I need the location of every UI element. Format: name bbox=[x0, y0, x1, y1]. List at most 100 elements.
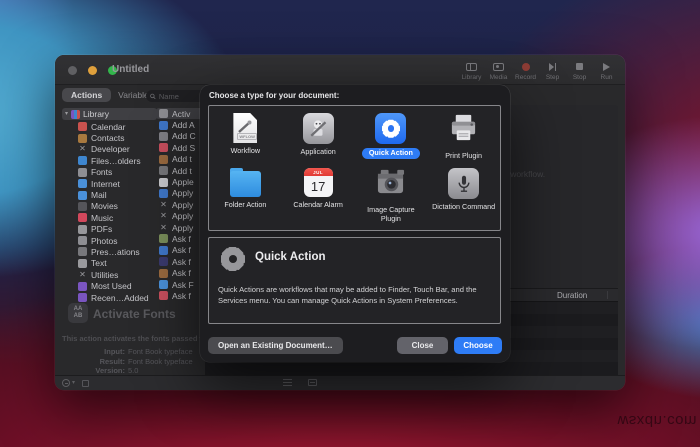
checkbox-icon[interactable] bbox=[82, 379, 90, 387]
sidebar-item[interactable]: Fonts bbox=[78, 167, 157, 178]
watermark: wsxdn.com bbox=[617, 412, 697, 429]
type-quick-action[interactable]: Quick Action bbox=[355, 106, 428, 161]
sidebar-item[interactable]: Photos bbox=[78, 235, 157, 246]
library-sidebar: ▾ Library Calendar Contacts ✕ Developer … bbox=[62, 108, 157, 303]
action-icon bbox=[159, 143, 168, 153]
sidebar-item-library[interactable]: ▾ Library bbox=[62, 108, 157, 120]
sidebar-item[interactable]: Contacts bbox=[78, 132, 157, 143]
search-icon bbox=[150, 93, 156, 99]
toolbar-button-run[interactable]: Run bbox=[594, 59, 619, 81]
type-workflow[interactable]: WFLOW Workflow bbox=[209, 106, 282, 161]
stop-icon bbox=[576, 63, 583, 70]
minimize-window-button[interactable] bbox=[88, 66, 97, 75]
window-title: Untitled bbox=[112, 64, 150, 75]
library-books-icon bbox=[71, 109, 81, 119]
category-icon bbox=[78, 156, 87, 166]
action-icon bbox=[159, 177, 168, 187]
activate-fonts-icon: AA AB bbox=[68, 303, 88, 323]
detail-description: Quick Actions are workflows that may be … bbox=[218, 285, 477, 306]
category-icon bbox=[78, 224, 87, 234]
panel-view-icon[interactable] bbox=[308, 379, 317, 386]
action-menu-icon[interactable] bbox=[62, 379, 70, 387]
category-icon bbox=[78, 133, 87, 143]
type-image-capture-plugin[interactable]: Image Capture Plugin bbox=[355, 161, 428, 228]
category-icon bbox=[78, 258, 87, 268]
chevron-down-icon: ▾ bbox=[72, 380, 76, 386]
folder-icon bbox=[229, 168, 261, 197]
action-icon bbox=[159, 109, 168, 119]
category-icon: ✕ bbox=[79, 144, 86, 154]
sidebar-item[interactable]: Music bbox=[78, 212, 157, 223]
category-icon bbox=[78, 167, 87, 177]
category-icon bbox=[78, 247, 87, 257]
library-panel-icon bbox=[466, 62, 477, 71]
category-icon bbox=[78, 281, 87, 291]
action-info-panel: AA AB Activate Fonts This action activate… bbox=[55, 298, 205, 375]
type-folder-action[interactable]: Folder Action bbox=[209, 161, 282, 228]
traffic-lights bbox=[68, 66, 117, 75]
open-existing-document-button[interactable]: Open an Existing Document… bbox=[208, 337, 343, 354]
list-view-icon[interactable] bbox=[283, 379, 292, 386]
toolbar-button-library[interactable]: Library bbox=[459, 59, 484, 81]
tab-actions[interactable]: Actions bbox=[62, 88, 112, 102]
type-print-plugin[interactable]: Print Plugin bbox=[427, 106, 500, 161]
type-application[interactable]: Application bbox=[282, 106, 355, 161]
action-icon: ✕ bbox=[160, 222, 167, 232]
category-icon bbox=[78, 236, 87, 246]
category-icon bbox=[78, 190, 87, 200]
toolbar-button-step[interactable]: Step bbox=[540, 59, 565, 81]
choose-button[interactable]: Choose bbox=[454, 337, 502, 354]
action-icon: ✕ bbox=[160, 199, 167, 209]
info-field-input: Input: Font Book typeface bbox=[104, 347, 193, 356]
gear-icon bbox=[375, 113, 407, 144]
action-icon bbox=[159, 234, 168, 244]
category-icon bbox=[78, 201, 87, 211]
microphone-icon bbox=[448, 168, 480, 199]
category-icon bbox=[78, 122, 87, 132]
media-icon bbox=[493, 62, 504, 71]
action-info-title: Activate Fonts bbox=[93, 307, 176, 321]
type-calendar-alarm[interactable]: JUL 17 Calendar Alarm bbox=[282, 161, 355, 228]
detail-title: Quick Action bbox=[255, 251, 326, 263]
action-icon bbox=[159, 268, 168, 278]
toolbar-button-stop[interactable]: Stop bbox=[567, 59, 592, 81]
sidebar-item[interactable]: Calendar bbox=[78, 121, 157, 132]
action-icon bbox=[159, 257, 168, 267]
close-button[interactable]: Close bbox=[397, 337, 448, 354]
window-toolbar: Library Media Record Step Stop Run bbox=[459, 59, 619, 81]
duration-column-header[interactable]: Duration bbox=[557, 291, 587, 300]
close-window-button[interactable] bbox=[68, 66, 77, 75]
record-icon bbox=[521, 62, 530, 71]
category-icon: ✕ bbox=[79, 269, 86, 279]
action-info-description: This action activates the fonts passed f… bbox=[62, 334, 205, 343]
sidebar-item[interactable]: PDFs bbox=[78, 224, 157, 235]
canvas-hint-text: r workflow. bbox=[505, 169, 546, 179]
action-icon bbox=[159, 245, 168, 255]
sidebar-item[interactable]: ✕ Developer bbox=[78, 144, 157, 155]
camera-icon bbox=[375, 168, 406, 202]
gear-icon bbox=[219, 245, 247, 273]
toolbar-button-media[interactable]: Media bbox=[486, 59, 511, 81]
window-titlebar[interactable]: Untitled Library Media Record Step Stop … bbox=[55, 55, 625, 85]
toolbar-button-record[interactable]: Record bbox=[513, 59, 538, 81]
search-input[interactable] bbox=[158, 91, 206, 101]
action-icon bbox=[159, 120, 168, 130]
type-dictation-command[interactable]: Dictation Command bbox=[427, 161, 500, 228]
sidebar-item[interactable]: Most Used bbox=[78, 280, 157, 291]
calendar-icon: JUL 17 bbox=[303, 168, 333, 197]
printer-icon bbox=[448, 113, 479, 148]
workflow-document-icon: WFLOW bbox=[233, 113, 258, 143]
document-type-dialog: Choose a type for your document: WFLOW W… bbox=[200, 85, 510, 362]
action-icon: ✕ bbox=[160, 211, 167, 221]
sidebar-item[interactable]: Mail bbox=[78, 189, 157, 200]
sidebar-item[interactable]: Pres…ations bbox=[78, 246, 157, 257]
sidebar-item[interactable]: Movies bbox=[78, 201, 157, 212]
sidebar-item[interactable]: Internet bbox=[78, 178, 157, 189]
info-field-result: Result: Font Book typeface bbox=[99, 357, 193, 366]
sidebar-item[interactable]: Files…olders bbox=[78, 155, 157, 166]
sidebar-item[interactable]: Text bbox=[78, 258, 157, 269]
robot-application-icon bbox=[302, 113, 334, 144]
step-icon bbox=[549, 63, 557, 71]
sidebar-item[interactable]: ✕ Utilities bbox=[78, 269, 157, 280]
action-icon bbox=[159, 188, 168, 198]
